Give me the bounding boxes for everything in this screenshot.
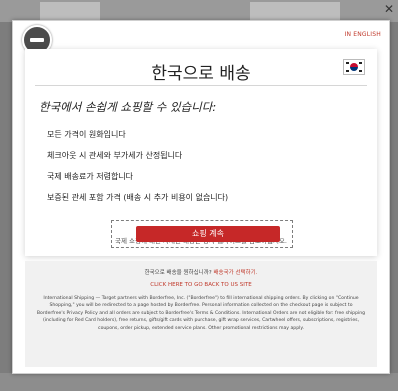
info-panel: 한국으로 배송을 원하십니까? 배송국가 선택하기. CLICK HERE TO… <box>25 261 377 367</box>
feature-item: 모든 가격이 원화입니다 <box>47 130 126 139</box>
change-country-link[interactable]: 배송국가 선택하기. <box>213 270 257 276</box>
title-divider <box>35 85 367 86</box>
background-page-footer <box>0 373 398 391</box>
feature-item: 보증된 관세 포함 가격 (배송 시 추가 비용이 없습니다) <box>47 193 229 202</box>
korea-flag-icon <box>343 59 365 75</box>
legal-text: International Shipping — Target partners… <box>35 295 367 332</box>
feature-item: 체크아웃 시 관세와 부가세가 산정됩니다 <box>47 151 183 160</box>
modal-title: 한국으로 배송 <box>151 64 251 84</box>
english-link[interactable]: IN ENGLISH <box>344 31 381 38</box>
trigram <box>346 62 349 64</box>
continue-shopping-focus: 쇼핑 계속 <box>111 220 293 248</box>
continue-shopping-button[interactable]: 쇼핑 계속 <box>136 226 280 242</box>
back-to-us-link[interactable]: CLICK HERE TO GO BACK TO US SITE <box>25 282 377 288</box>
background-page-strip: ✕ <box>0 0 398 22</box>
background-close-icon[interactable]: ✕ <box>382 2 396 16</box>
background-thumbnail <box>250 2 340 20</box>
trigram <box>359 62 362 64</box>
taegeuk-symbol <box>350 63 358 71</box>
modal-subtitle: 한국에서 손쉽게 쇼핑할 수 있습니다: <box>39 100 217 114</box>
trigram <box>359 70 362 72</box>
trigram <box>346 70 349 72</box>
background-thumbnail <box>40 2 100 20</box>
minus-bar <box>30 38 44 42</box>
shipping-modal: IN ENGLISH 한국으로 배송 한국에서 손쉽게 쇼핑할 수 있습니다: … <box>12 20 390 374</box>
feature-item: 국제 배송료가 저렴합니다 <box>47 172 134 181</box>
ship-question: 한국으로 배송을 원하십니까? 배송국가 선택하기. <box>25 268 377 276</box>
ship-question-text: 한국으로 배송을 원하십니까? <box>144 270 212 276</box>
